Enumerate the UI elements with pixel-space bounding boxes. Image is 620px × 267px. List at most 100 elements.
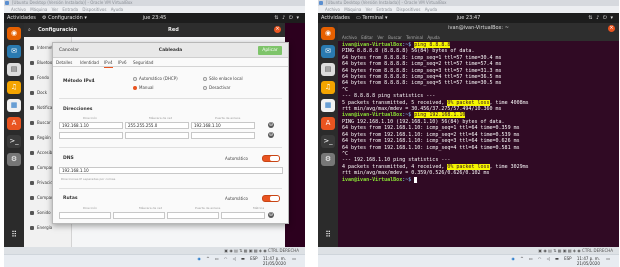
sidebar-item[interactable]: Región xyxy=(30,135,51,140)
close-icon[interactable]: × xyxy=(608,25,615,32)
vbox-menu-dispositivos[interactable]: Dispositivos xyxy=(82,7,106,12)
radio-disabled[interactable]: Desactivar xyxy=(203,85,230,90)
vbox-menu-ver[interactable]: Ver xyxy=(366,7,373,12)
vbox-menu-maquina[interactable]: Máquina xyxy=(30,7,47,12)
sidebar-item[interactable]: Sonido xyxy=(30,210,51,215)
route-address-input[interactable] xyxy=(59,212,111,219)
term-menu-buscar[interactable]: Buscar xyxy=(388,35,402,40)
tab-detalles[interactable]: Detalles xyxy=(56,58,72,67)
vbox-tray-icon[interactable]: ◉ xyxy=(511,256,515,261)
taskbar-clock[interactable]: 11:47 p. m. 21/05/2020 xyxy=(577,256,600,266)
vbox-menu-entrada[interactable]: Entrada xyxy=(62,7,78,12)
vbox-tray-icon[interactable]: ◉ xyxy=(197,256,201,261)
radio-manual[interactable]: Manual xyxy=(133,85,154,90)
writer-icon[interactable]: ▦ xyxy=(321,99,335,112)
apply-button[interactable]: Aplicar xyxy=(258,46,282,55)
vbox-status-bar: ▣ ◉ ▤ ⇅ ▦ ▣ ▦ ◈ ◉ CTRL DERECHA xyxy=(4,247,305,254)
windows-tray: ◉ ^ ▭ ◠ ◁ ▬ ESP 11:47 p. m. 21/05/2020 ▭ xyxy=(197,256,300,266)
firefox-icon[interactable]: ◉ xyxy=(321,27,335,40)
netmask-input[interactable]: 255.255.255.0 xyxy=(125,122,189,129)
tab-identidad[interactable]: Identidad xyxy=(80,58,99,67)
speaker-icon[interactable]: ◁ xyxy=(233,256,236,261)
route-metric-input[interactable] xyxy=(221,212,265,219)
vbox-menu-archivo[interactable]: Archivo xyxy=(11,7,26,12)
show-apps-icon[interactable]: ⠿ xyxy=(7,228,21,241)
terminal-icon[interactable]: >_ xyxy=(321,135,335,148)
vbox-menu-entrada[interactable]: Entrada xyxy=(376,7,392,12)
firefox-icon[interactable]: ◉ xyxy=(7,27,21,40)
speaker-icon[interactable]: ◁ xyxy=(547,256,550,261)
chevron-up-icon[interactable]: ^ xyxy=(206,256,209,261)
search-icon[interactable]: ⌕ xyxy=(28,23,31,37)
tab-ipv6[interactable]: IPv6 xyxy=(118,58,127,67)
address-input[interactable]: 192.168.1.10 xyxy=(59,122,123,129)
term-menu-terminal[interactable]: Terminal xyxy=(406,35,423,40)
delete-address-icon[interactable]: ⊖ xyxy=(268,132,274,138)
address-input-empty[interactable] xyxy=(59,132,123,139)
sidebar-item[interactable]: Internet xyxy=(30,45,53,50)
wifi-icon[interactable]: ◠ xyxy=(224,256,228,261)
system-tray[interactable]: ⇅ ♪ ⏻ ▾ xyxy=(588,13,614,23)
thunderbird-icon[interactable]: ✉ xyxy=(321,45,335,58)
term-menu-ver[interactable]: Ver xyxy=(377,35,384,40)
vbox-menu-ver[interactable]: Ver xyxy=(52,7,59,12)
dns-auto-switch[interactable] xyxy=(262,155,280,162)
delete-address-icon[interactable]: ⊖ xyxy=(268,122,274,128)
settings-icon[interactable]: ⚙ xyxy=(321,153,335,166)
radio-dhcp[interactable]: Automático (DHCP) xyxy=(133,76,178,81)
term-menu-archivo[interactable]: Archivo xyxy=(342,35,357,40)
notification-icon[interactable]: ▭ xyxy=(606,256,610,261)
vbox-menu-ayuda[interactable]: Ayuda xyxy=(425,7,437,12)
close-icon[interactable]: × xyxy=(274,26,281,33)
vbox-menu-archivo[interactable]: Archivo xyxy=(325,7,340,12)
files-icon[interactable]: ▤ xyxy=(321,63,335,76)
cursor: _ xyxy=(414,176,418,183)
dns-input[interactable]: 192.168.1.10 xyxy=(59,167,283,174)
sidebar-item-label: Buscar xyxy=(37,120,51,125)
terminal-output[interactable]: ivan@ivan-VirtualBox:~$ ping 8.8.8.8 PING… xyxy=(338,41,619,247)
delete-route-icon[interactable]: ⊖ xyxy=(268,212,274,218)
vbox-menu-dispositivos[interactable]: Dispositivos xyxy=(396,7,420,12)
sidebar-item[interactable]: Dock xyxy=(30,90,47,95)
rhythmbox-icon[interactable]: ♫ xyxy=(7,81,21,94)
vbox-menu-ayuda[interactable]: Ayuda xyxy=(111,7,123,12)
sidebar-item[interactable]: Energía xyxy=(30,225,52,230)
sidebar-item[interactable]: Fondo xyxy=(30,75,49,80)
radio-link-local[interactable]: Sólo enlace local xyxy=(203,76,243,81)
terminal-icon[interactable]: >_ xyxy=(7,135,21,148)
software-icon[interactable]: A xyxy=(321,117,335,130)
keyboard-icon[interactable]: ▬ xyxy=(241,256,245,261)
tab-seguridad[interactable]: Seguridad xyxy=(133,58,153,67)
keyboard-icon[interactable]: ▬ xyxy=(555,256,559,261)
language-label[interactable]: ESP xyxy=(250,256,257,261)
software-icon[interactable]: A xyxy=(7,117,21,130)
language-label[interactable]: ESP xyxy=(564,256,571,261)
thunderbird-icon[interactable]: ✉ xyxy=(7,45,21,58)
route-netmask-input[interactable] xyxy=(113,212,165,219)
settings-icon[interactable]: ⚙ xyxy=(7,153,21,166)
taskbar-clock[interactable]: 11:47 p. m. 21/05/2020 xyxy=(263,256,286,266)
notification-icon[interactable]: ▭ xyxy=(292,256,296,261)
gateway-input-empty[interactable] xyxy=(191,132,255,139)
route-gateway-input[interactable] xyxy=(167,212,219,219)
vbox-menu-maquina[interactable]: Máquina xyxy=(344,7,361,12)
files-icon[interactable]: ▤ xyxy=(7,63,21,76)
writer-icon[interactable]: ▦ xyxy=(7,99,21,112)
clock[interactable]: jue 23:45 xyxy=(4,13,305,23)
rhythmbox-icon[interactable]: ♫ xyxy=(321,81,335,94)
wifi-icon[interactable]: ◠ xyxy=(538,256,542,261)
sidebar-item[interactable]: Buscar xyxy=(30,120,51,125)
gateway-input[interactable]: 192.168.1.10 xyxy=(191,122,255,129)
windows-taskbar: ◉ ^ ▭ ◠ ◁ ▬ ESP 11:47 p. m. 21/05/2020 ▭ xyxy=(4,254,305,267)
term-menu-editar[interactable]: Editar xyxy=(361,35,373,40)
tab-ipv4[interactable]: IPv4 xyxy=(104,58,113,68)
show-apps-icon[interactable]: ⠿ xyxy=(321,228,335,241)
clock[interactable]: jue 23:47 xyxy=(318,13,619,23)
netmask-input-empty[interactable] xyxy=(125,132,189,139)
taskbar-date: 21/05/2020 xyxy=(262,261,286,266)
speaker-icon xyxy=(30,211,34,215)
term-menu-ayuda[interactable]: Ayuda xyxy=(427,35,439,40)
chevron-up-icon[interactable]: ^ xyxy=(520,256,523,261)
routes-auto-switch[interactable] xyxy=(262,195,280,202)
system-tray[interactable]: ⇅ ♪ ⏻ ▾ xyxy=(274,13,300,23)
